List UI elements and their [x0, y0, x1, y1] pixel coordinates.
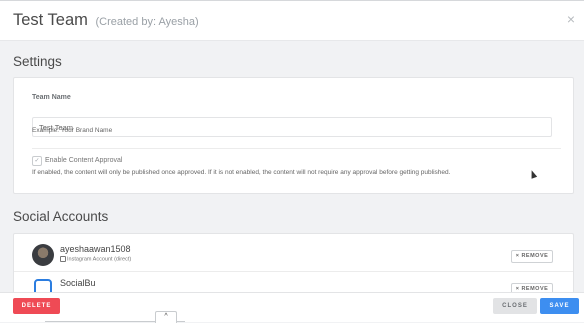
instagram-icon — [60, 256, 66, 262]
close-icon[interactable]: × — [567, 11, 575, 27]
team-name-label: Team Name — [32, 94, 71, 101]
avatar — [32, 244, 54, 266]
account-divider — [14, 271, 573, 272]
modal-title: Test Team (Created by: Ayesha) — [13, 11, 199, 30]
created-by-text: (Created by: Ayesha) — [95, 16, 199, 28]
content-approval-label[interactable]: Enable Content Approval — [45, 157, 122, 164]
content-approval-help: If enabled, the content will only be pub… — [32, 169, 451, 176]
account-type: Instagram Account (direct) — [60, 256, 131, 262]
modal-header: Test Team (Created by: Ayesha) × — [0, 1, 584, 41]
save-button[interactable]: SAVE — [540, 298, 579, 314]
content-approval-checkbox[interactable]: ✓ — [32, 156, 42, 166]
settings-heading: Settings — [13, 54, 62, 69]
settings-card: Team Name Example: Your Brand Name ✓ Ena… — [13, 77, 574, 194]
account-name: ayeshaawan1508 — [60, 244, 131, 254]
account-name: SocialBu — [60, 278, 96, 288]
delete-button[interactable]: DELETE — [13, 298, 60, 314]
team-title-text: Test Team — [13, 11, 88, 29]
modal-footer: DELETE ^ CLOSE SAVE — [0, 292, 584, 323]
social-accounts-heading: Social Accounts — [13, 209, 109, 224]
remove-account-button[interactable]: × REMOVE — [511, 250, 553, 263]
settings-divider — [32, 148, 561, 149]
social-accounts-card: ayeshaawan1508 Instagram Account (direct… — [13, 233, 574, 297]
scroll-up-button[interactable]: ^ — [155, 311, 177, 323]
account-type-text: Instagram Account (direct) — [67, 256, 132, 263]
team-name-hint: Example: Your Brand Name — [32, 127, 113, 134]
close-button[interactable]: CLOSE — [493, 298, 537, 314]
